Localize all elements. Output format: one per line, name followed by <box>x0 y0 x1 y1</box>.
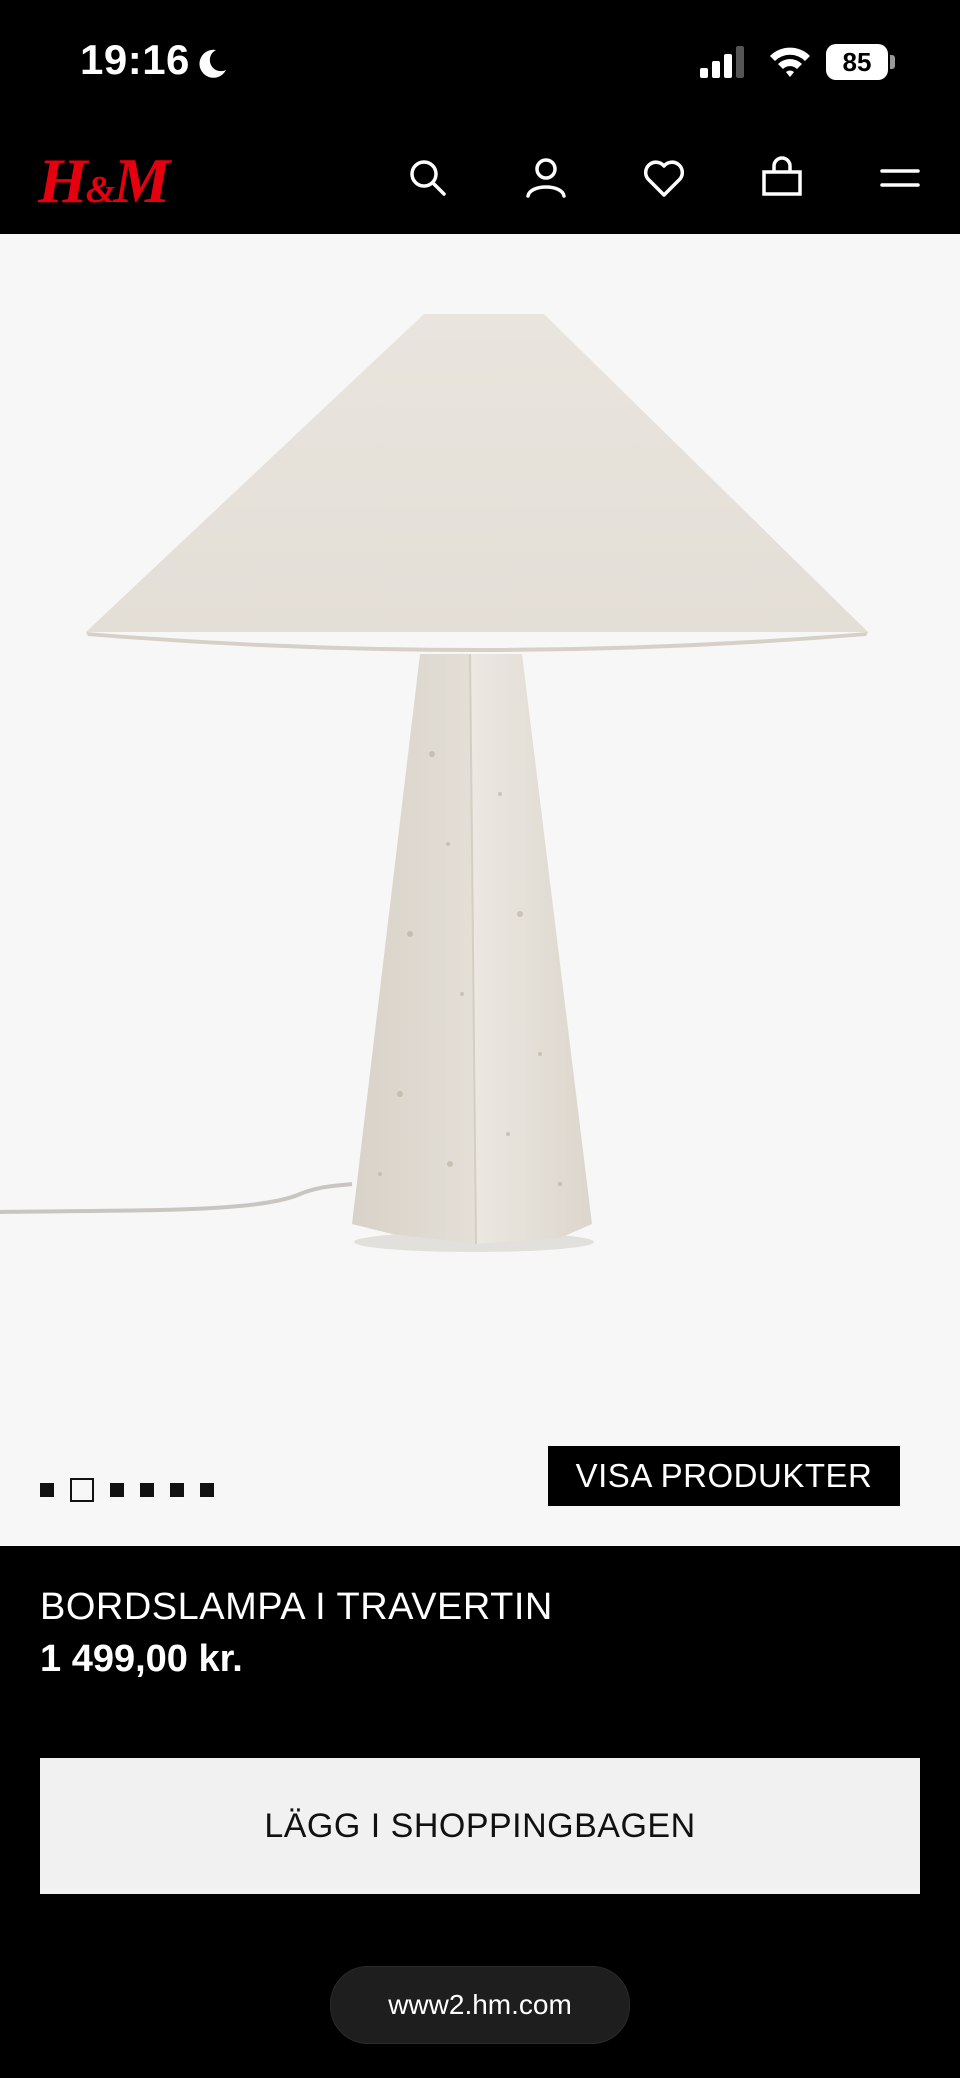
battery-indicator: 85 <box>826 44 898 80</box>
cellular-signal-icon <box>700 46 750 83</box>
product-image-gallery[interactable]: VISA PRODUKTER <box>0 234 960 1546</box>
show-products-button[interactable]: VISA PRODUKTER <box>548 1446 900 1506</box>
product-title: BORDSLAMPA I TRAVERTIN <box>40 1586 553 1628</box>
travertine-table-lamp-image <box>0 314 868 1252</box>
add-to-bag-button[interactable]: LÄGG I SHOPPINGBAGEN <box>40 1758 920 1894</box>
gallery-dot[interactable] <box>40 1483 54 1497</box>
hm-logo[interactable]: H&M <box>38 144 170 218</box>
gallery-pagination <box>40 1478 230 1502</box>
menu-icon[interactable] <box>876 154 924 202</box>
battery-level: 85 <box>842 47 872 77</box>
gallery-dot[interactable] <box>170 1483 184 1497</box>
status-time: 19:16 <box>80 36 190 83</box>
site-header: H&M <box>0 120 960 234</box>
gallery-dot[interactable] <box>200 1483 214 1497</box>
heart-icon[interactable] <box>640 154 688 202</box>
gallery-dot[interactable] <box>140 1483 154 1497</box>
search-icon[interactable] <box>404 154 452 202</box>
wifi-icon <box>768 44 812 83</box>
status-bar: 19:16 85 <box>0 0 960 120</box>
browser-url-bar[interactable]: www2.hm.com <box>330 1966 630 2044</box>
gallery-dot-active[interactable] <box>70 1478 94 1502</box>
moon-icon <box>194 46 230 87</box>
product-price: 1 499,00 kr. <box>40 1638 243 1680</box>
account-icon[interactable] <box>522 154 570 202</box>
shopping-bag-icon[interactable] <box>758 154 806 202</box>
gallery-dot[interactable] <box>110 1483 124 1497</box>
